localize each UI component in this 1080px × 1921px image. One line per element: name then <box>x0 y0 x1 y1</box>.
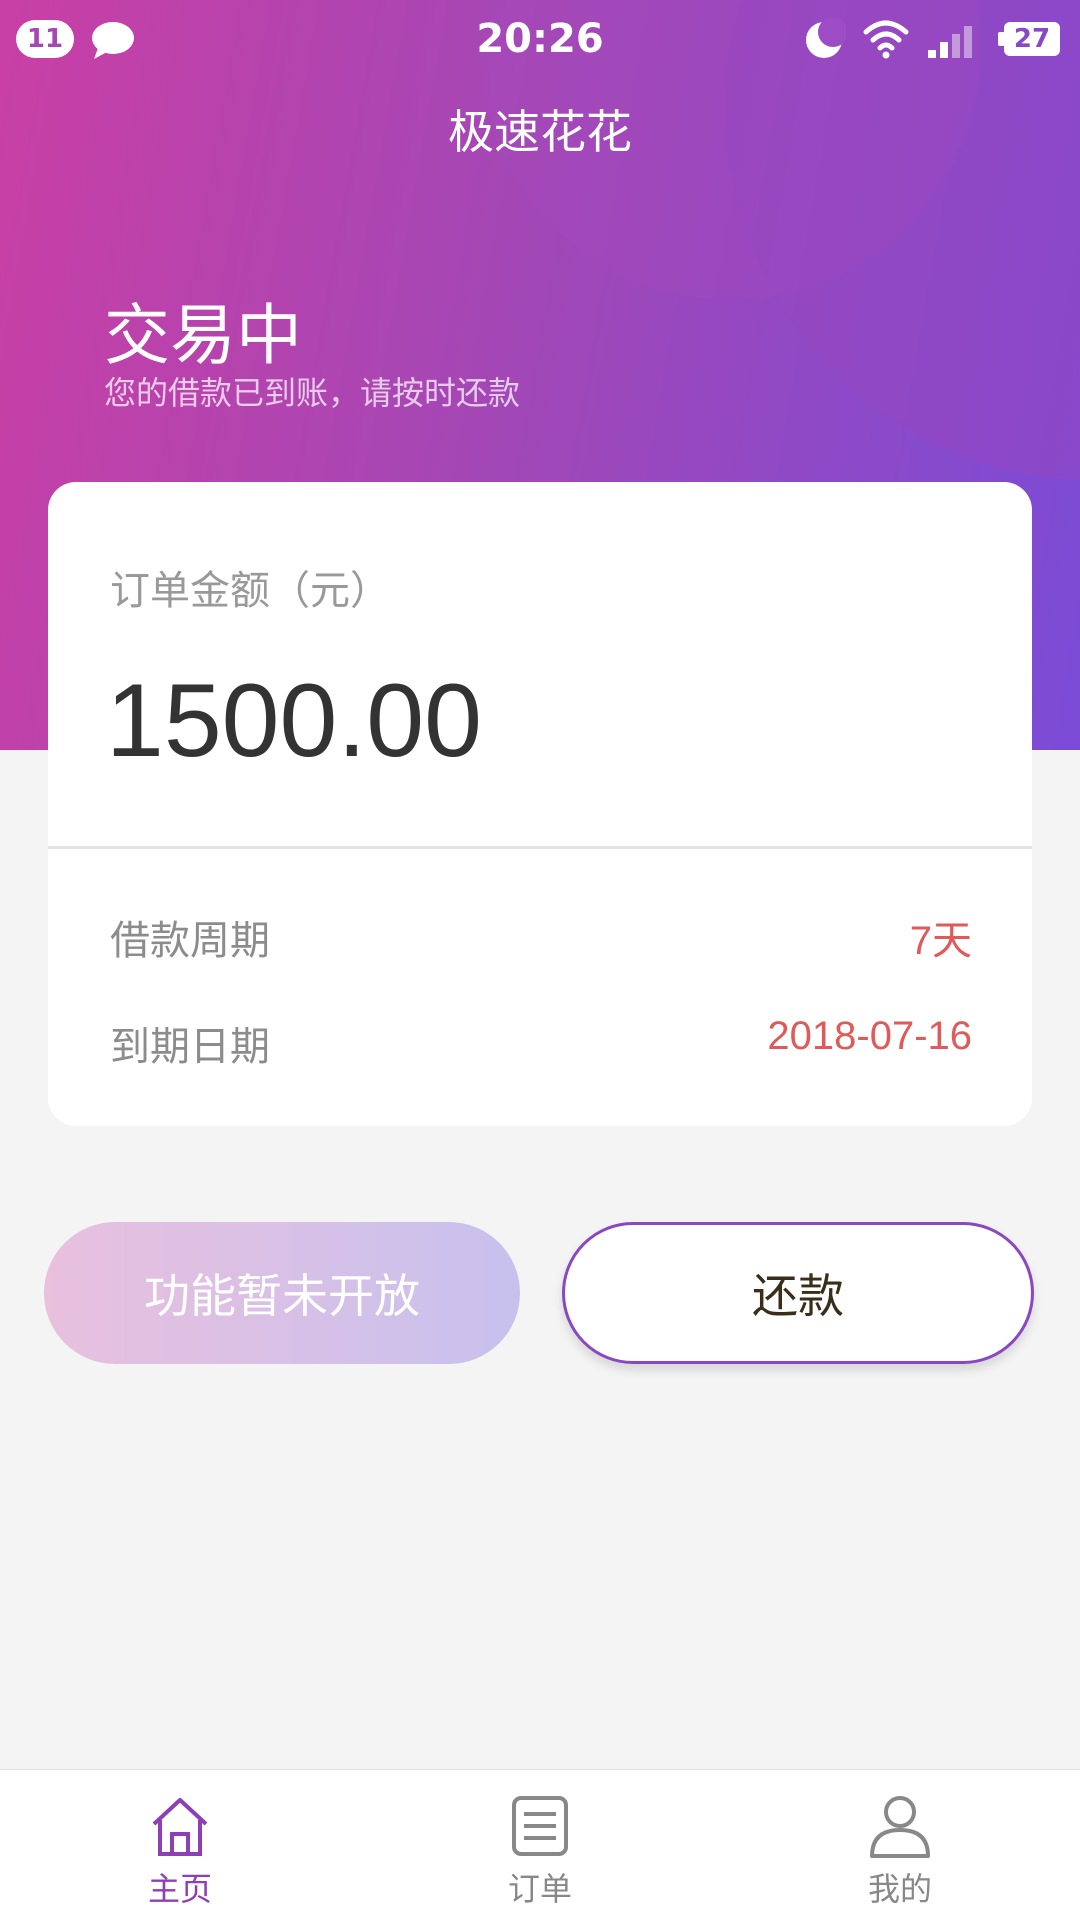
tab-home-label: 主页 <box>147 1870 212 1908</box>
transaction-status-subtitle: 您的借款已到账，请按时还款 <box>104 374 521 412</box>
order-amount-label: 订单金额（元） <box>110 568 390 614</box>
user-icon <box>870 1796 930 1858</box>
tab-orders[interactable]: 订单 <box>440 1770 640 1921</box>
battery-indicator: 27 <box>998 22 1060 56</box>
tab-home[interactable]: 主页 <box>80 1770 280 1921</box>
status-bar: 11 20:26 27 <box>0 0 1080 80</box>
loan-period-value: 7天 <box>909 919 972 963</box>
repay-button[interactable]: 还款 <box>562 1222 1034 1364</box>
bottom-tab-bar: 主页 订单 我的 <box>0 1769 1080 1921</box>
tab-mine-label: 我的 <box>867 1870 932 1908</box>
order-card: 订单金额（元） 1500.00 借款周期 7天 到期日期 2018-07-16 <box>48 482 1032 1126</box>
status-clock: 20:26 <box>476 16 604 62</box>
feature-unavailable-button[interactable]: 功能暂未开放 <box>44 1222 520 1364</box>
order-amount-value: 1500.00 <box>106 663 482 779</box>
app-title: 极速花花 <box>448 105 632 159</box>
wifi-icon <box>863 20 909 59</box>
tab-mine[interactable]: 我的 <box>800 1770 1000 1921</box>
due-date-value: 2018-07-16 <box>767 1014 972 1058</box>
document-icon <box>512 1796 568 1856</box>
tab-orders-label: 订单 <box>507 1870 572 1908</box>
loan-period-label: 借款周期 <box>110 918 270 964</box>
signal-icon <box>928 26 972 58</box>
card-divider <box>48 846 1032 849</box>
transaction-status-title: 交易中 <box>104 297 302 374</box>
due-date-label: 到期日期 <box>110 1024 270 1070</box>
home-icon <box>152 1798 208 1856</box>
moon-icon <box>806 18 846 58</box>
